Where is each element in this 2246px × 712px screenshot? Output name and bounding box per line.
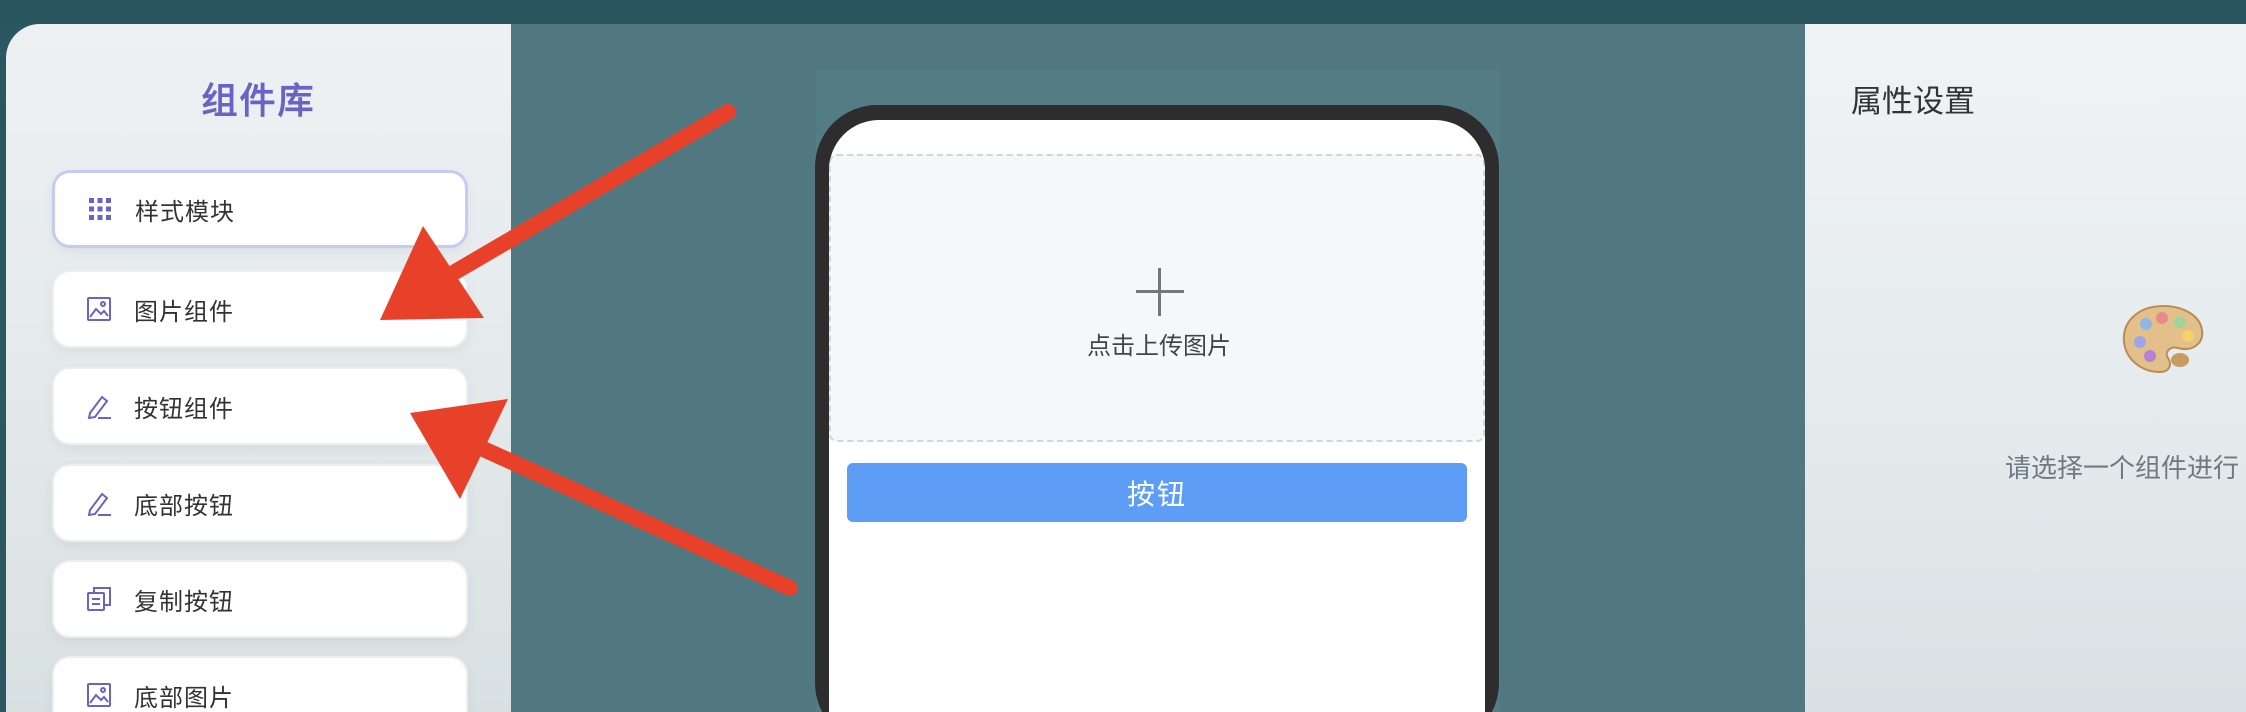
upload-hint: 点击上传图片 <box>1087 332 1231 360</box>
panel-title: 组件库 <box>201 81 316 122</box>
component-item-label: 样式模块 <box>135 197 235 226</box>
component-item-label: 底部图片 <box>134 683 234 712</box>
preview-button[interactable]: 按钮 <box>847 463 1467 522</box>
properties-title: 属性设置 <box>1851 84 1975 120</box>
component-library-panel: 组件库 样式模块 图片组件 按钮组件 底部按钮 复制按钮 底部图片 <box>6 24 511 712</box>
image-icon <box>84 294 114 324</box>
component-item-label: 按钮组件 <box>134 394 234 423</box>
properties-hint: 请选择一个组件进行 <box>2005 454 2240 484</box>
copy-icon <box>84 584 114 614</box>
pencil-icon <box>84 488 114 518</box>
palette-icon <box>2118 300 2208 380</box>
component-item-bottom-button[interactable]: 底部按钮 <box>52 464 468 542</box>
component-item-image[interactable]: 图片组件 <box>52 270 468 348</box>
component-item-bottom-image[interactable]: 底部图片 <box>52 656 468 712</box>
component-item-copy-button[interactable]: 复制按钮 <box>52 560 468 638</box>
phone-screen: 点击上传图片 按钮 <box>829 120 1485 712</box>
component-item-button[interactable]: 按钮组件 <box>52 367 468 445</box>
pencil-icon <box>84 391 114 421</box>
component-item-style-module[interactable]: 样式模块 <box>52 170 468 248</box>
image-upload-area[interactable]: 点击上传图片 <box>829 154 1485 442</box>
image-icon <box>84 680 114 710</box>
component-item-label: 图片组件 <box>134 297 234 326</box>
component-item-label: 复制按钮 <box>134 587 234 616</box>
top-bar <box>0 0 2246 24</box>
component-item-label: 底部按钮 <box>134 491 234 520</box>
grid-icon <box>85 194 115 224</box>
properties-panel: 属性设置 请选择一个组件进行 <box>1805 24 2246 712</box>
plus-icon <box>1136 268 1184 316</box>
